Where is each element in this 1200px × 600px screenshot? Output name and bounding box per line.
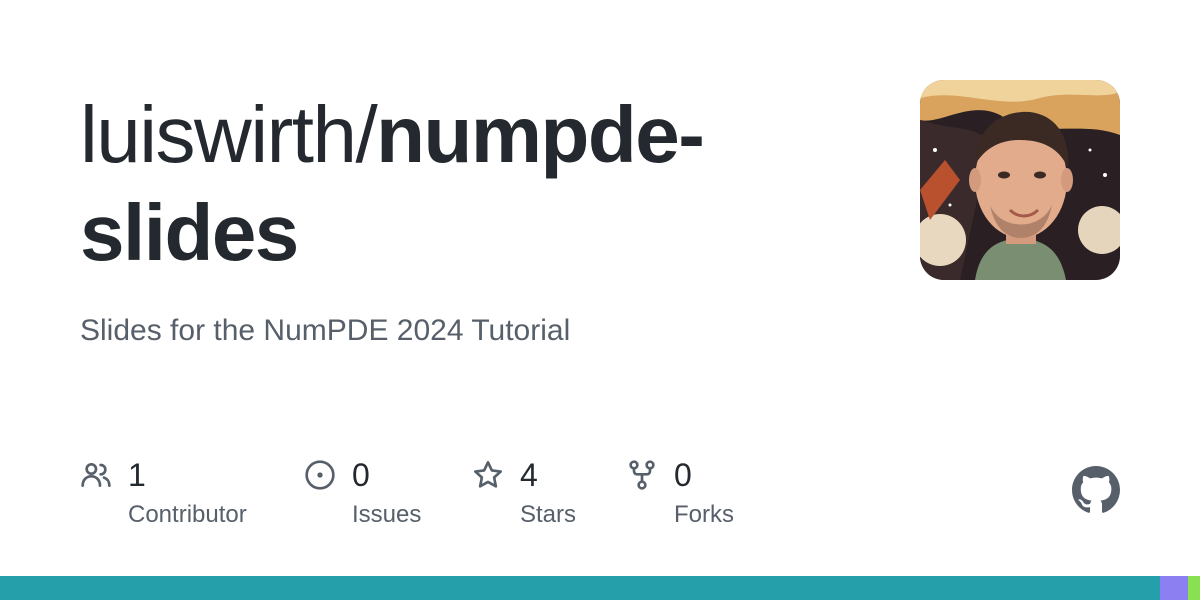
issues-count: 0 — [352, 457, 370, 493]
star-icon — [474, 461, 502, 488]
avatar-image — [920, 80, 1120, 280]
language-bar — [0, 576, 1200, 600]
repo-description: Slides for the NumPDE 2024 Tutorial — [80, 314, 571, 347]
contributors-label: Contributor — [128, 501, 247, 528]
repo-title: luiswirth/numpde-slides — [80, 86, 840, 282]
forks-count: 0 — [674, 457, 692, 493]
github-logo-icon[interactable] — [1072, 466, 1120, 514]
owner-avatar — [920, 80, 1120, 280]
language-bar-segment — [0, 576, 1161, 600]
repo-name-line-2: slides — [80, 188, 299, 277]
contributors-count: 1 — [128, 457, 146, 493]
issues-label: Issues — [352, 501, 422, 528]
issue-opened-icon — [305, 460, 335, 490]
repo-owner: luiswirth/ — [80, 90, 378, 179]
language-bar-segment — [1160, 576, 1188, 600]
stars-label: Stars — [520, 501, 577, 528]
stars-count: 4 — [520, 457, 538, 493]
people-icon — [81, 463, 111, 487]
repo-forked-icon — [629, 460, 655, 490]
forks-label: Forks — [674, 501, 734, 528]
repo-name-line-1: numpde- — [376, 90, 705, 179]
language-bar-segment — [1187, 576, 1200, 600]
